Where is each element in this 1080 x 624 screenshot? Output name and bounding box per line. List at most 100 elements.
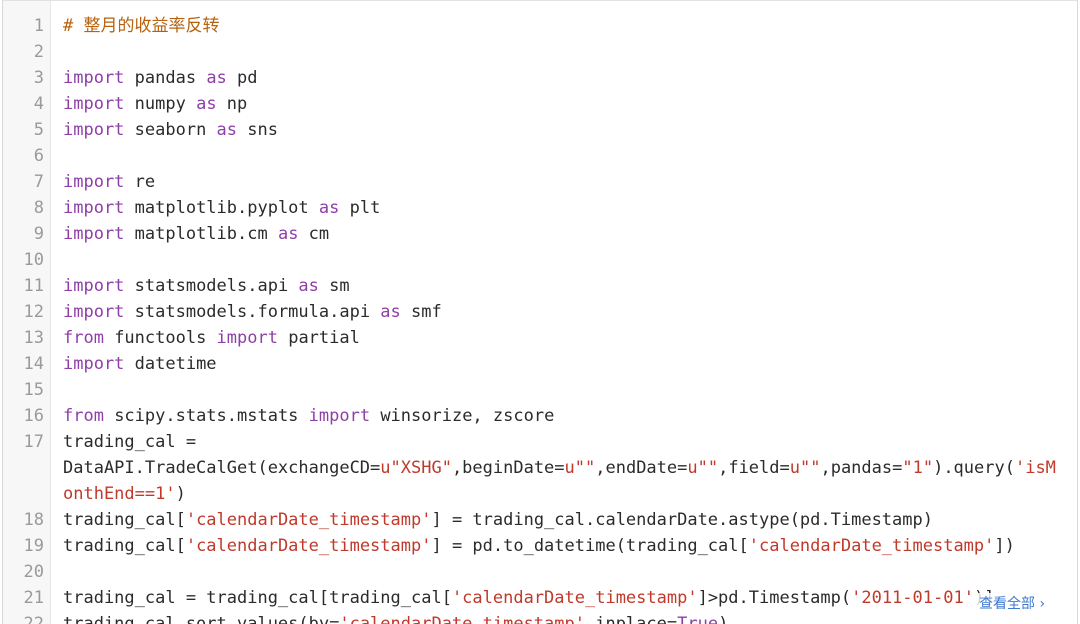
code-line: 13 from functools import partial [3,325,1077,351]
line-number: 6 [33,146,44,166]
keyword-token: as [206,68,227,88]
code-token: pd [226,68,258,88]
code-line: 17 trading_cal = DataAPI.TradeCalGet(exch… [3,429,1077,507]
keyword-token: import [63,224,125,244]
keyword-token: import [63,120,125,140]
keyword-token: import [63,198,125,218]
line-number: 8 [33,198,44,218]
code-line: 1 # 整月的收益率反转 [3,13,1077,39]
code-token: trading_cal = trading_cal[trading_cal[ [63,588,452,608]
comment-token: # 整月的收益率反转 [63,16,220,36]
line-number: 11 [23,276,44,296]
keyword-token: as [318,198,340,218]
keyword-token: import [216,328,278,348]
keyword-token: True [677,614,719,624]
keyword-token: as [298,276,319,296]
code-line: 3 import pandas as pd [3,65,1077,91]
string-token: u"XSHG" [380,458,452,478]
code-token: numpy [124,94,197,114]
keyword-token: from [63,406,104,426]
line-number: 5 [33,120,44,140]
line-number: 17 [23,432,44,452]
code-token: datetime [124,354,217,374]
line-text: from scipy.stats.mstats import winsorize… [63,403,1063,429]
code-line: 6 [3,143,1077,169]
string-token: '2011-01-01' [851,588,974,608]
code-token: cm [298,224,330,244]
code-line: 12 import statsmodels.formula.api as smf [3,299,1077,325]
line-text: import statsmodels.api as sm [63,273,1063,299]
string-token: u"" [564,458,596,478]
line-text: trading_cal['calendarDate_timestamp'] = … [63,507,1063,533]
code-token: functools [103,328,217,348]
string-token: u"" [687,458,719,478]
code-line: 22 trading_cal.sort_values(by='calendarDa… [3,611,1077,624]
code-token: scipy.stats.mstats [103,406,309,426]
line-text: import matplotlib.cm as cm [63,221,1063,247]
line-text: from functools import partial [63,325,1063,351]
code-token: ,beginDate= [451,458,565,478]
keyword-token: as [277,224,299,244]
keyword-token: import [63,94,125,114]
code-token: ] = pd.to_datetime(trading_cal[ [431,536,749,556]
line-number: 2 [33,42,44,62]
code-token: trading_cal.sort_values(by= [63,614,340,624]
keyword-token: as [380,302,401,322]
line-number: 22 [23,614,44,624]
line-text: # 整月的收益率反转 [63,13,1063,39]
line-number: 15 [23,380,44,400]
code-token: ]>pd.Timestamp( [697,588,852,608]
code-line: 18 trading_cal['calendarDate_timestamp'] … [3,507,1077,533]
line-number: 21 [23,588,44,608]
code-line: 21 trading_cal = trading_cal[trading_cal[… [3,585,1077,611]
string-token: "1" [902,458,934,478]
line-number: 4 [33,94,44,114]
line-text: import re [63,169,1063,195]
string-token: 'calendarDate_timestamp' [748,536,995,556]
code-token: partial [277,328,360,348]
code-token: ) [718,614,729,624]
code-token: re [124,172,156,192]
keyword-token: import [63,68,125,88]
code-line: 14 import datetime [3,351,1077,377]
code-line: 5 import seaborn as sns [3,117,1077,143]
code-token: ).query( [933,458,1015,478]
line-number: 16 [23,406,44,426]
line-text: trading_cal = trading_cal[trading_cal['c… [63,585,1063,611]
line-number: 18 [23,510,44,530]
code-line: 9 import matplotlib.cm as cm [3,221,1077,247]
line-number: 20 [23,562,44,582]
line-text: import matplotlib.pyplot as plt [63,195,1063,221]
keyword-token: as [196,94,217,114]
line-text: import numpy as np [63,91,1063,117]
code-token: ]) [994,536,1015,556]
code-token: ,pandas= [820,458,903,478]
code-line: 4 import numpy as np [3,91,1077,117]
code-line: 2 [3,39,1077,65]
line-number: 9 [33,224,44,244]
line-number: 13 [23,328,44,348]
line-text: import statsmodels.formula.api as smf [63,299,1063,325]
code-token: matplotlib.pyplot [124,198,319,218]
code-token: ] = trading_cal.calendarDate.astype(pd.T… [431,510,933,530]
line-number: 1 [33,16,44,36]
keyword-token: import [63,354,125,374]
code-token: sm [318,276,350,296]
line-number: 19 [23,536,44,556]
string-token: 'calendarDate_timestamp' [185,536,432,556]
code-line: 15 [3,377,1077,403]
code-line: 8 import matplotlib.pyplot as plt [3,195,1077,221]
code-token: pandas [124,68,207,88]
line-number: 7 [33,172,44,192]
keyword-token: import [63,276,125,296]
code-line: 16 from scipy.stats.mstats import winsori… [3,403,1077,429]
view-all-button[interactable]: 查看全部 › [975,593,1050,615]
code-token: smf [400,302,442,322]
code-token: plt [339,198,381,218]
string-token: 'calendarDate_timestamp' [185,510,432,530]
line-text: trading_cal.sort_values(by='calendarDate… [63,611,1063,624]
line-text: import datetime [63,351,1063,377]
line-text: import pandas as pd [63,65,1063,91]
line-number: 10 [23,250,44,270]
code-token: statsmodels.api [124,276,299,296]
